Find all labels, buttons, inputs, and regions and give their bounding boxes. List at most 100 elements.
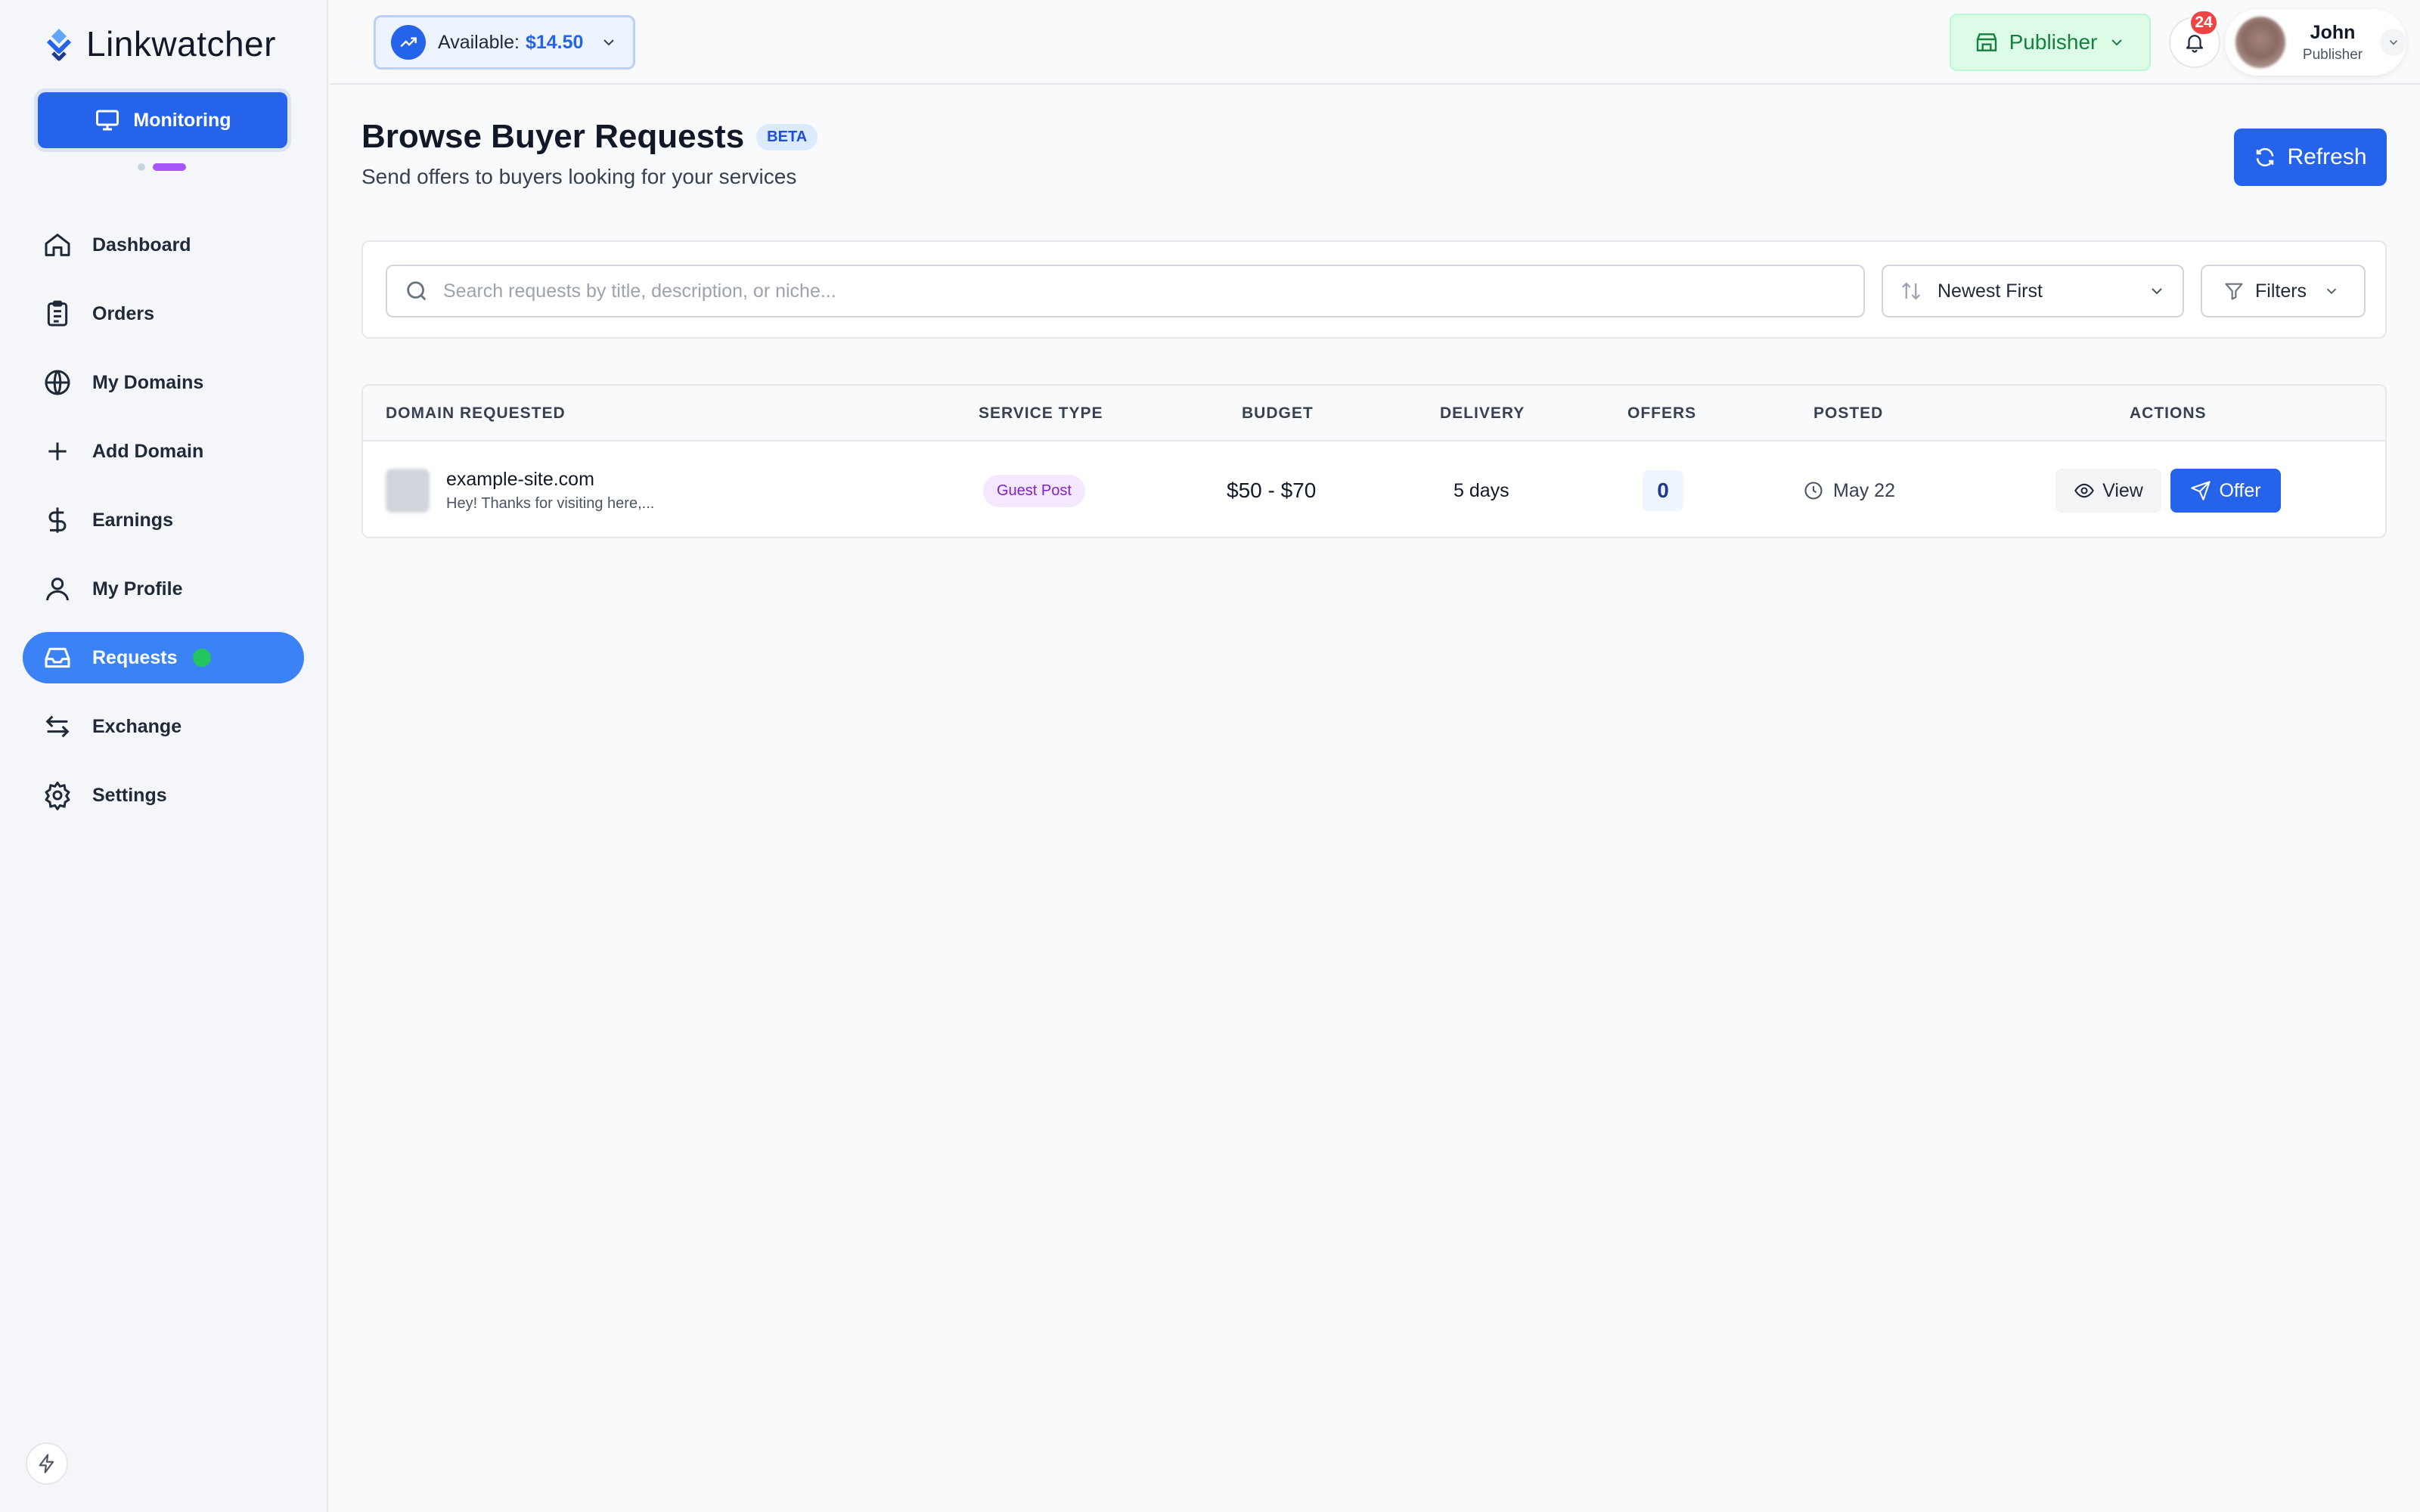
view-button[interactable]: View: [2055, 469, 2161, 513]
budget-value: $50 - $70: [1227, 479, 1317, 502]
sidebar-item-dashboard[interactable]: Dashboard: [23, 219, 304, 271]
carousel-dot-active[interactable]: [153, 163, 186, 171]
column-header-delivery: DELIVERY: [1440, 404, 1525, 422]
quick-actions-button[interactable]: [26, 1442, 68, 1485]
page-title: Browse Buyer Requests: [361, 118, 745, 155]
filter-icon: [2225, 283, 2243, 300]
sidebar-item-orders[interactable]: Orders: [23, 288, 304, 339]
offer-label: Offer: [2219, 479, 2261, 501]
sidebar-item-earnings[interactable]: Earnings: [23, 494, 304, 546]
sidebar-item-add-domain[interactable]: Add Domain: [23, 426, 304, 477]
sidebar-item-label: Add Domain: [92, 440, 204, 462]
column-header-domain: DOMAIN REQUESTED: [386, 404, 566, 422]
sort-icon: [1901, 282, 1921, 300]
sidebar-item-label: Dashboard: [92, 234, 191, 256]
plus-icon: [48, 442, 67, 460]
column-header-budget: BUDGET: [1242, 404, 1314, 422]
dollar-icon: [48, 507, 67, 533]
chevron-down-icon: [2380, 29, 2406, 56]
sidebar-item-label: Settings: [92, 784, 167, 806]
site-favicon: [386, 469, 430, 513]
request-description: Hey! Thanks for visiting here,...: [446, 495, 655, 512]
offers-count: 0: [1643, 470, 1683, 511]
refresh-icon: [2257, 147, 2274, 167]
avatar: [2235, 17, 2285, 68]
notification-count-badge: 24: [2189, 9, 2219, 36]
monitoring-button[interactable]: Monitoring: [38, 92, 287, 148]
sidebar-item-label: Earnings: [92, 509, 173, 531]
balance-dropdown[interactable]: Available: $14.50: [374, 15, 635, 70]
filters-label: Filters: [2255, 280, 2307, 302]
user-menu[interactable]: John Publisher: [2225, 9, 2406, 76]
table-header: DOMAIN REQUESTED SERVICE TYPE BUDGET DEL…: [363, 386, 2385, 442]
sidebar-item-label: Exchange: [92, 715, 182, 737]
domain-name[interactable]: example-site.com: [446, 469, 654, 491]
send-icon: [2191, 481, 2211, 500]
eye-icon: [2074, 483, 2095, 498]
chevron-down-icon: [2326, 288, 2337, 295]
column-header-posted: POSTED: [1813, 404, 1884, 422]
beta-badge: BETA: [756, 123, 818, 150]
chevron-down-icon: [2111, 39, 2123, 46]
linkwatcher-logo-icon: [46, 29, 72, 61]
budget-cell: $50 - $70: [1227, 443, 1317, 537]
search-box[interactable]: [386, 265, 1865, 318]
service-type-badge: Guest Post: [983, 474, 1085, 507]
clock-icon: [1804, 482, 1823, 500]
page-header: Browse Buyer Requests BETA: [361, 118, 818, 156]
table-row[interactable]: example-site.com Hey! Thanks for visitin…: [363, 443, 2385, 537]
offers-cell: 0: [1643, 443, 1683, 537]
store-icon: [1976, 33, 1996, 51]
refresh-label: Refresh: [2287, 144, 2367, 169]
sidebar-item-label: Requests: [92, 646, 178, 668]
topbar: Available: $14.50 Publisher 24 John Publ…: [330, 0, 2420, 85]
actions-cell: View Offer: [2055, 443, 2281, 537]
globe-icon: [45, 370, 70, 395]
filter-bar: Newest First Filters: [361, 240, 2387, 339]
role-switch-button[interactable]: Publisher: [1950, 14, 2151, 71]
sidebar-item-label: Orders: [92, 302, 154, 324]
inbox-icon: [45, 647, 70, 668]
balance-amount: $14.50: [525, 31, 584, 53]
sidebar-item-settings[interactable]: Settings: [23, 770, 304, 821]
user-role: Publisher: [2302, 46, 2363, 63]
service-type-cell: Guest Post: [983, 443, 1085, 537]
role-label: Publisher: [2009, 30, 2098, 54]
refresh-button[interactable]: Refresh: [2234, 129, 2387, 186]
column-header-service-type: SERVICE TYPE: [979, 404, 1103, 422]
domain-cell: example-site.com Hey! Thanks for visitin…: [386, 443, 655, 537]
monitor-icon: [96, 110, 119, 131]
page-subtitle: Send offers to buyers looking for your s…: [361, 165, 797, 188]
bolt-icon: [39, 1454, 54, 1473]
filters-button[interactable]: Filters: [2201, 265, 2366, 318]
sidebar-item-my-domains[interactable]: My Domains: [23, 357, 304, 408]
logo[interactable]: Linkwatcher: [41, 23, 276, 65]
carousel-indicator: [138, 163, 186, 171]
monitoring-label: Monitoring: [133, 109, 231, 131]
balance-label: Available:: [438, 31, 520, 53]
status-dot: [192, 649, 211, 667]
requests-table: DOMAIN REQUESTED SERVICE TYPE BUDGET DEL…: [361, 384, 2387, 538]
home-icon: [45, 234, 70, 256]
app-name: Linkwatcher: [86, 24, 276, 64]
search-icon: [407, 281, 427, 301]
sidebar-nav: Dashboard Orders My Domains Add Domain E…: [23, 219, 304, 838]
gear-icon: [45, 781, 70, 810]
chevron-down-icon: [2152, 288, 2162, 295]
sidebar-item-exchange[interactable]: Exchange: [23, 701, 304, 752]
sidebar: Linkwatcher Monitoring Dashboard Orders …: [0, 0, 328, 1512]
posted-date: May 22: [1833, 479, 1895, 501]
search-input[interactable]: [443, 280, 1804, 302]
carousel-dot[interactable]: [138, 163, 145, 171]
offer-button[interactable]: Offer: [2170, 469, 2281, 513]
sort-select[interactable]: Newest First: [1882, 265, 2184, 318]
sidebar-item-requests[interactable]: Requests: [23, 632, 304, 683]
delivery-cell: 5 days: [1454, 443, 1509, 537]
sort-value: Newest First: [1938, 280, 2043, 302]
sidebar-item-my-profile[interactable]: My Profile: [23, 563, 304, 615]
arrows-icon: [45, 715, 70, 738]
sidebar-item-label: My Profile: [92, 578, 183, 600]
clipboard-icon: [47, 300, 68, 327]
sidebar-item-label: My Domains: [92, 371, 204, 393]
trending-up-icon: [391, 25, 426, 60]
